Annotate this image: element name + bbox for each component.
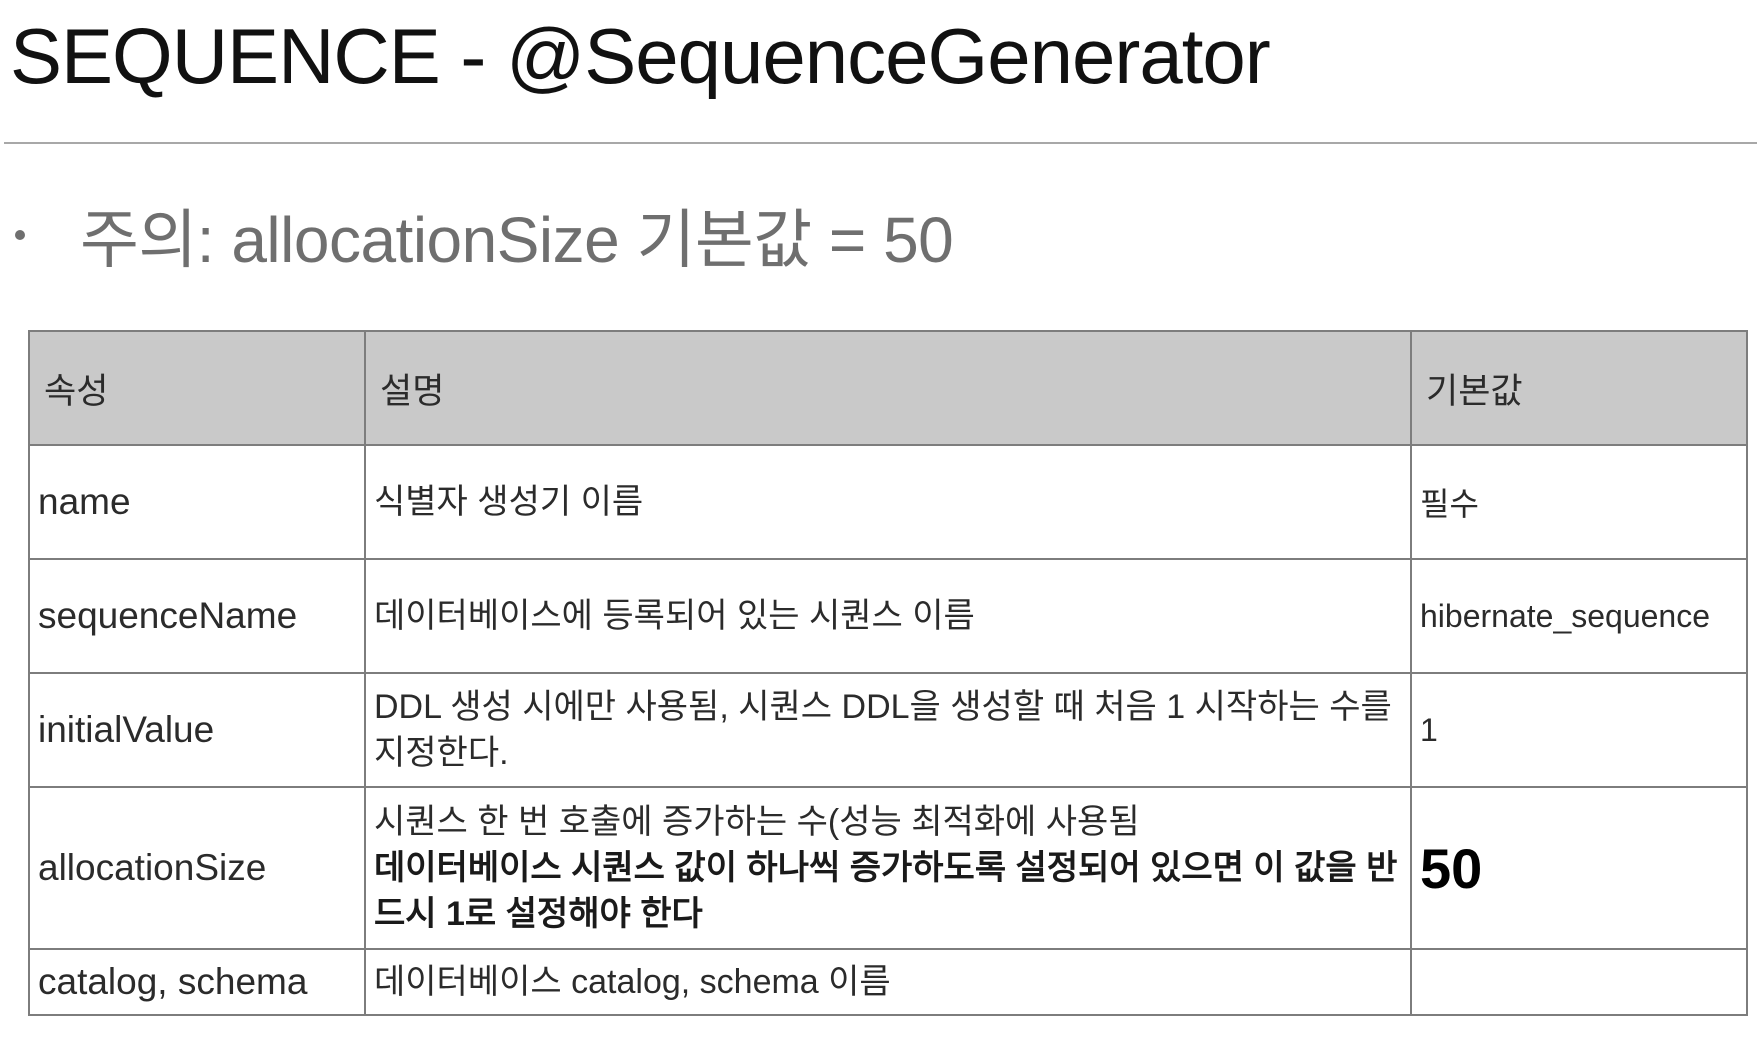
title-divider <box>4 142 1757 144</box>
attribute-cell: name <box>28 444 366 560</box>
description-cell: DDL 생성 시에만 사용됨, 시퀀스 DDL을 생성할 때 처음 1 시작하는… <box>364 672 1412 788</box>
attribute-cell: initialValue <box>28 672 366 788</box>
description-cell: 데이터베이스에 등록되어 있는 시퀀스 이름 <box>364 558 1412 674</box>
default-cell: 1 <box>1410 672 1748 788</box>
table-row: catalog, schema 데이터베이스 catalog, schema 이… <box>28 948 1748 1016</box>
table-row: allocationSize 시퀀스 한 번 호출에 증가하는 수(성능 최적화… <box>28 786 1748 950</box>
attribute-cell: catalog, schema <box>28 948 366 1016</box>
default-cell <box>1410 948 1748 1016</box>
header-default: 기본값 <box>1410 330 1748 446</box>
header-attribute: 속성 <box>28 330 366 446</box>
attribute-table: 속성 설명 기본값 name 식별자 생성기 이름 필수 sequenceNam… <box>28 330 1748 1016</box>
description-text: 시퀀스 한 번 호출에 증가하는 수(성능 최적화에 사용됨 <box>374 803 1140 841</box>
description-cell: 데이터베이스 catalog, schema 이름 <box>364 948 1412 1016</box>
default-value-emphasis: 50 <box>1420 836 1483 900</box>
bullet-text: 주의: allocationSize 기본값 = 50 <box>80 204 954 276</box>
table-row: name 식별자 생성기 이름 필수 <box>28 444 1748 560</box>
description-warning-text: 데이터베이스 시퀀스 값이 하나씩 증가하도록 설정되어 있으면 이 값을 반드… <box>374 849 1398 933</box>
bullet-item: 주의: allocationSize 기본값 = 50 <box>10 190 954 280</box>
description-cell: 식별자 생성기 이름 <box>364 444 1412 560</box>
table-row: sequenceName 데이터베이스에 등록되어 있는 시퀀스 이름 hibe… <box>28 558 1748 674</box>
default-cell: hibernate_sequence <box>1410 558 1748 674</box>
table-row: initialValue DDL 생성 시에만 사용됨, 시퀀스 DDL을 생성… <box>28 672 1748 788</box>
description-cell: 시퀀스 한 번 호출에 증가하는 수(성능 최적화에 사용됨 데이터베이스 시퀀… <box>364 786 1412 950</box>
slide-title: SEQUENCE - @SequenceGenerator <box>10 12 1271 100</box>
header-description: 설명 <box>364 330 1412 446</box>
table-header-row: 속성 설명 기본값 <box>28 330 1748 446</box>
default-cell: 50 <box>1410 786 1748 950</box>
default-cell: 필수 <box>1410 444 1748 560</box>
attribute-cell: allocationSize <box>28 786 366 950</box>
bullet-dot-icon <box>15 230 25 240</box>
attribute-cell: sequenceName <box>28 558 366 674</box>
